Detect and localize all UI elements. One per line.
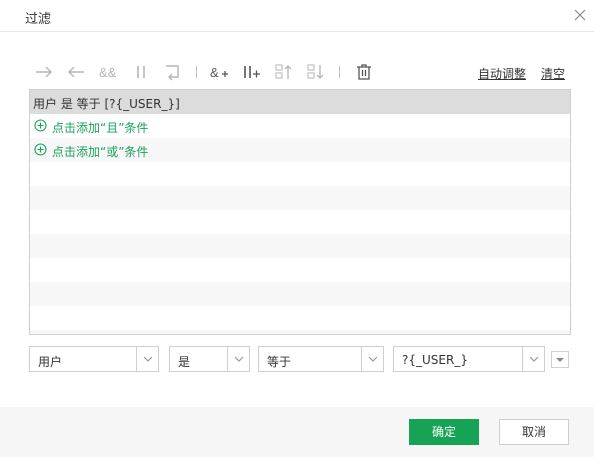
chevron-down-icon[interactable]: [136, 347, 158, 371]
close-icon[interactable]: [571, 6, 589, 24]
plus-circle-icon: [34, 143, 47, 156]
ok-button[interactable]: 确定: [409, 419, 479, 445]
value-type-dropdown[interactable]: [551, 351, 569, 368]
empty-row: [30, 258, 570, 282]
filter-toolbar: && & 自动调整 清空: [30, 60, 571, 84]
add-or-condition-label[interactable]: 点击添加“或”条件: [52, 143, 148, 160]
negation-select-value: 是: [178, 355, 191, 369]
empty-row: [30, 306, 570, 330]
trash-icon[interactable]: [354, 62, 374, 82]
outdent-left-arrow-icon[interactable]: [66, 62, 86, 82]
toolbar-separator: [196, 66, 197, 78]
add-and-condition-row[interactable]: 点击添加“且”条件: [30, 114, 570, 138]
chevron-down-icon[interactable]: [361, 347, 383, 371]
field-select-value: 用户: [38, 355, 63, 369]
svg-text:&&: &&: [99, 65, 117, 80]
clear-link[interactable]: 清空: [541, 65, 565, 82]
empty-row: [30, 210, 570, 234]
svg-text:&: &: [210, 65, 219, 80]
and-operator-icon[interactable]: &&: [98, 62, 118, 82]
empty-row: [30, 186, 570, 210]
indent-right-arrow-icon[interactable]: [34, 62, 54, 82]
toolbar-separator: [339, 66, 340, 78]
chevron-down-icon[interactable]: [522, 347, 544, 371]
empty-row: [30, 282, 570, 306]
auto-adjust-link[interactable]: 自动调整: [478, 65, 526, 82]
value-select[interactable]: ?{_USER_}: [393, 346, 545, 372]
cancel-button[interactable]: 取消: [499, 419, 569, 445]
undo-return-icon[interactable]: [163, 62, 183, 82]
chevron-down-icon[interactable]: [227, 347, 249, 371]
move-down-icon[interactable]: [306, 62, 326, 82]
plus-circle-icon: [34, 119, 47, 132]
dialog-titlebar: 过滤: [0, 0, 594, 32]
value-select-value: ?{_USER_}: [402, 353, 468, 367]
add-and-condition-icon[interactable]: &: [210, 62, 230, 82]
condition-row[interactable]: 用户 是 等于 [?{_USER_}]: [30, 90, 570, 114]
add-and-condition-label[interactable]: 点击添加“且”条件: [52, 119, 148, 136]
condition-text: 用户 是 等于 [?{_USER_}]: [33, 97, 180, 111]
add-or-condition-row[interactable]: 点击添加“或”条件: [30, 138, 570, 162]
dialog-body: && & 自动调整 清空 用户 是 等于 [?{_USER_}] 点击添加“且”…: [0, 33, 594, 407]
field-select[interactable]: 用户: [29, 346, 159, 372]
dialog-title: 过滤: [25, 12, 52, 27]
or-operator-icon[interactable]: [131, 62, 151, 82]
negation-select[interactable]: 是: [169, 346, 250, 372]
add-or-condition-icon[interactable]: [242, 62, 262, 82]
filter-condition-list: 用户 是 等于 [?{_USER_}] 点击添加“且”条件 点击添加“或”条件: [29, 89, 571, 335]
empty-row: [30, 162, 570, 186]
dialog-footer: 确定 取消: [0, 407, 594, 457]
move-up-icon[interactable]: [274, 62, 294, 82]
operator-select[interactable]: 等于: [258, 346, 384, 372]
empty-row: [30, 234, 570, 258]
filter-dialog: 过滤 && & 自动调整 清空 用户 是 等于 [?{_USER_}] 点击添加…: [0, 0, 594, 457]
operator-select-value: 等于: [267, 355, 292, 369]
empty-row: [30, 330, 570, 334]
